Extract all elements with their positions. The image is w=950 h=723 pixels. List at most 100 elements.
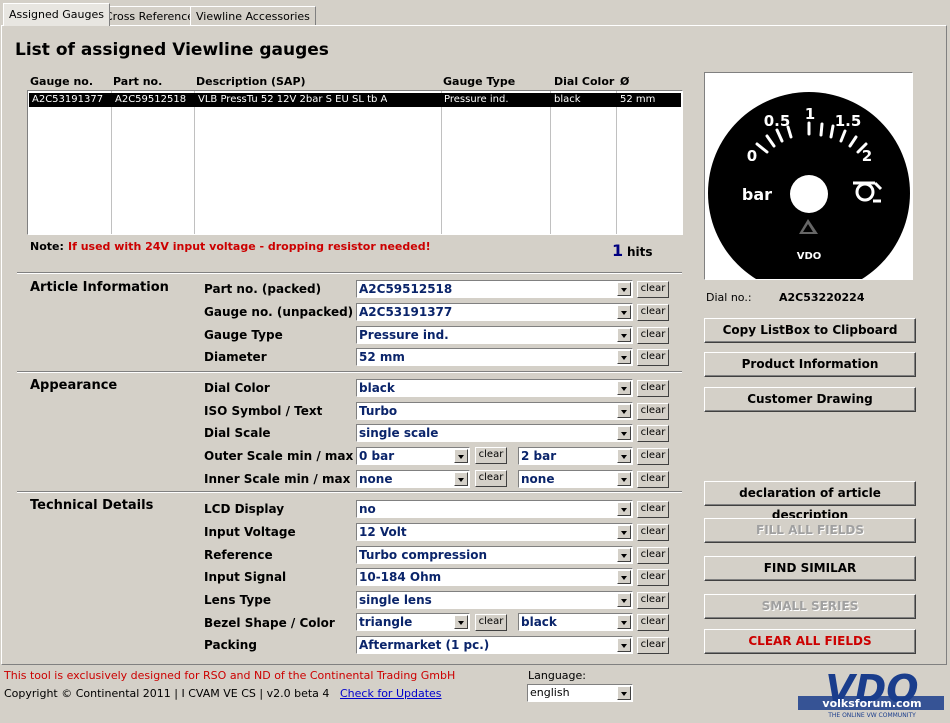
clear-inner-scale-max-button[interactable]: clear <box>637 471 669 488</box>
gauge-type-value: Pressure ind. <box>359 328 449 342</box>
cell-gauge-no: A2C53191377 <box>32 94 104 105</box>
chevron-down-icon[interactable] <box>617 426 631 440</box>
gauge-listbox[interactable]: A2C53191377 A2C59512518 VLB PressTu 52 1… <box>27 90 683 235</box>
clear-dial-color-button[interactable]: clear <box>637 380 669 397</box>
iso-symbol-value: Turbo <box>359 404 398 418</box>
declaration-button[interactable]: declaration of article description <box>704 481 916 522</box>
label-lcd-display: LCD Display <box>204 502 285 516</box>
chevron-down-icon[interactable] <box>617 328 631 342</box>
table-row[interactable]: A2C53191377 A2C59512518 VLB PressTu 52 1… <box>29 93 681 107</box>
diameter-value: 52 mm <box>359 350 405 364</box>
inner-scale-min-combo[interactable]: none <box>356 470 470 488</box>
clear-dial-scale-button[interactable]: clear <box>637 425 669 442</box>
chevron-down-icon[interactable] <box>617 570 631 584</box>
clear-lcd-display-button[interactable]: clear <box>637 501 669 518</box>
clear-inner-scale-min-button[interactable]: clear <box>475 470 507 487</box>
section-divider <box>17 272 682 274</box>
chevron-down-icon[interactable] <box>617 282 631 296</box>
label-outer-scale: Outer Scale min / max <box>204 449 354 463</box>
chevron-down-icon[interactable] <box>454 449 468 463</box>
bezel-shape-combo[interactable]: triangle <box>356 613 470 631</box>
chevron-down-icon[interactable] <box>617 548 631 562</box>
find-similar-button[interactable]: FIND SIMILAR <box>704 556 916 581</box>
label-packing: Packing <box>204 638 257 652</box>
clear-lens-type-button[interactable]: clear <box>637 592 669 609</box>
chevron-down-icon[interactable] <box>617 525 631 539</box>
packing-combo[interactable]: Aftermarket (1 pc.) <box>356 636 633 654</box>
chevron-down-icon[interactable] <box>617 472 631 486</box>
gauge-no-combo[interactable]: A2C53191377 <box>356 303 633 321</box>
clear-reference-button[interactable]: clear <box>637 547 669 564</box>
tab-cross-reference[interactable]: Cross Reference <box>99 6 201 25</box>
dial-scale-combo[interactable]: single scale <box>356 424 633 442</box>
gauge-type-combo[interactable]: Pressure ind. <box>356 326 633 344</box>
bezel-color-combo[interactable]: black <box>518 613 633 631</box>
product-information-button[interactable]: Product Information <box>704 352 916 377</box>
column-divider <box>441 91 442 234</box>
input-voltage-combo[interactable]: 12 Volt <box>356 523 633 541</box>
vdo-logo: VDO volksforum.com THE ONLINE VW COMMUNI… <box>792 667 948 720</box>
scale-label: 0.5 <box>764 112 791 130</box>
chevron-down-icon[interactable] <box>454 615 468 629</box>
iso-symbol-combo[interactable]: Turbo <box>356 402 633 420</box>
inner-scale-max-combo[interactable]: none <box>518 470 633 488</box>
chevron-down-icon[interactable] <box>617 350 631 364</box>
clear-diameter-button[interactable]: clear <box>637 349 669 366</box>
clear-bezel-shape-button[interactable]: clear <box>475 614 507 631</box>
clear-outer-scale-min-button[interactable]: clear <box>475 447 507 464</box>
input-signal-value: 10-184 Ohm <box>359 570 442 584</box>
clear-packing-button[interactable]: clear <box>637 637 669 654</box>
part-no-value: A2C59512518 <box>359 282 453 296</box>
label-input-signal: Input Signal <box>204 570 287 584</box>
lens-type-combo[interactable]: single lens <box>356 591 633 609</box>
dial-no-value: A2C53220224 <box>779 291 865 304</box>
clear-input-signal-button[interactable]: clear <box>637 569 669 586</box>
chevron-down-icon[interactable] <box>617 615 631 629</box>
check-updates-link[interactable]: Check for Updates <box>340 687 442 700</box>
footer-copyright: Copyright © Continental 2011 | I CVAM VE… <box>4 687 330 700</box>
chevron-down-icon[interactable] <box>454 472 468 486</box>
fill-all-fields-button[interactable]: FILL ALL FIELDS <box>704 518 916 543</box>
chevron-down-icon[interactable] <box>617 638 631 652</box>
part-no-combo[interactable]: A2C59512518 <box>356 280 633 298</box>
clear-gauge-type-button[interactable]: clear <box>637 327 669 344</box>
column-header-part-no: Part no. <box>113 75 163 88</box>
lcd-display-combo[interactable]: no <box>356 500 633 518</box>
customer-drawing-button[interactable]: Customer Drawing <box>704 387 916 412</box>
chevron-down-icon[interactable] <box>617 305 631 319</box>
inner-scale-min-value: none <box>359 472 393 486</box>
lens-type-value: single lens <box>359 593 432 607</box>
tab-viewline-accessories[interactable]: Viewline Accessories <box>190 6 316 25</box>
clear-iso-symbol-button[interactable]: clear <box>637 403 669 420</box>
chevron-down-icon[interactable] <box>617 449 631 463</box>
chevron-down-icon[interactable] <box>617 593 631 607</box>
small-series-button[interactable]: SMALL SERIES <box>704 594 916 619</box>
label-iso-symbol: ISO Symbol / Text <box>204 404 323 418</box>
chevron-down-icon[interactable] <box>617 502 631 516</box>
clear-input-voltage-button[interactable]: clear <box>637 524 669 541</box>
clear-all-fields-button[interactable]: CLEAR ALL FIELDS <box>704 629 916 654</box>
clear-gauge-no-button[interactable]: clear <box>637 304 669 321</box>
label-dial-color: Dial Color <box>204 381 270 395</box>
chevron-down-icon[interactable] <box>617 686 631 700</box>
outer-scale-max-combo[interactable]: 2 bar <box>518 447 633 465</box>
reference-value: Turbo compression <box>359 548 488 562</box>
reference-combo[interactable]: Turbo compression <box>356 546 633 564</box>
cell-dial-color: black <box>554 94 581 105</box>
copy-listbox-button[interactable]: Copy ListBox to Clipboard <box>704 318 916 343</box>
tab-assigned-gauges[interactable]: Assigned Gauges <box>3 3 110 26</box>
chevron-down-icon[interactable] <box>617 381 631 395</box>
diameter-combo[interactable]: 52 mm <box>356 348 633 366</box>
dial-color-combo[interactable]: black <box>356 379 633 397</box>
bezel-color-value: black <box>521 615 557 629</box>
column-header-gauge-no: Gauge no. <box>30 75 94 88</box>
clear-bezel-color-button[interactable]: clear <box>637 614 669 631</box>
outer-scale-min-combo[interactable]: 0 bar <box>356 447 470 465</box>
input-signal-combo[interactable]: 10-184 Ohm <box>356 568 633 586</box>
packing-value: Aftermarket (1 pc.) <box>359 638 490 652</box>
language-select[interactable]: english <box>527 684 633 702</box>
clear-outer-scale-max-button[interactable]: clear <box>637 448 669 465</box>
clear-part-no-button[interactable]: clear <box>637 281 669 298</box>
chevron-down-icon[interactable] <box>617 404 631 418</box>
scale-label: 0 <box>747 147 757 165</box>
